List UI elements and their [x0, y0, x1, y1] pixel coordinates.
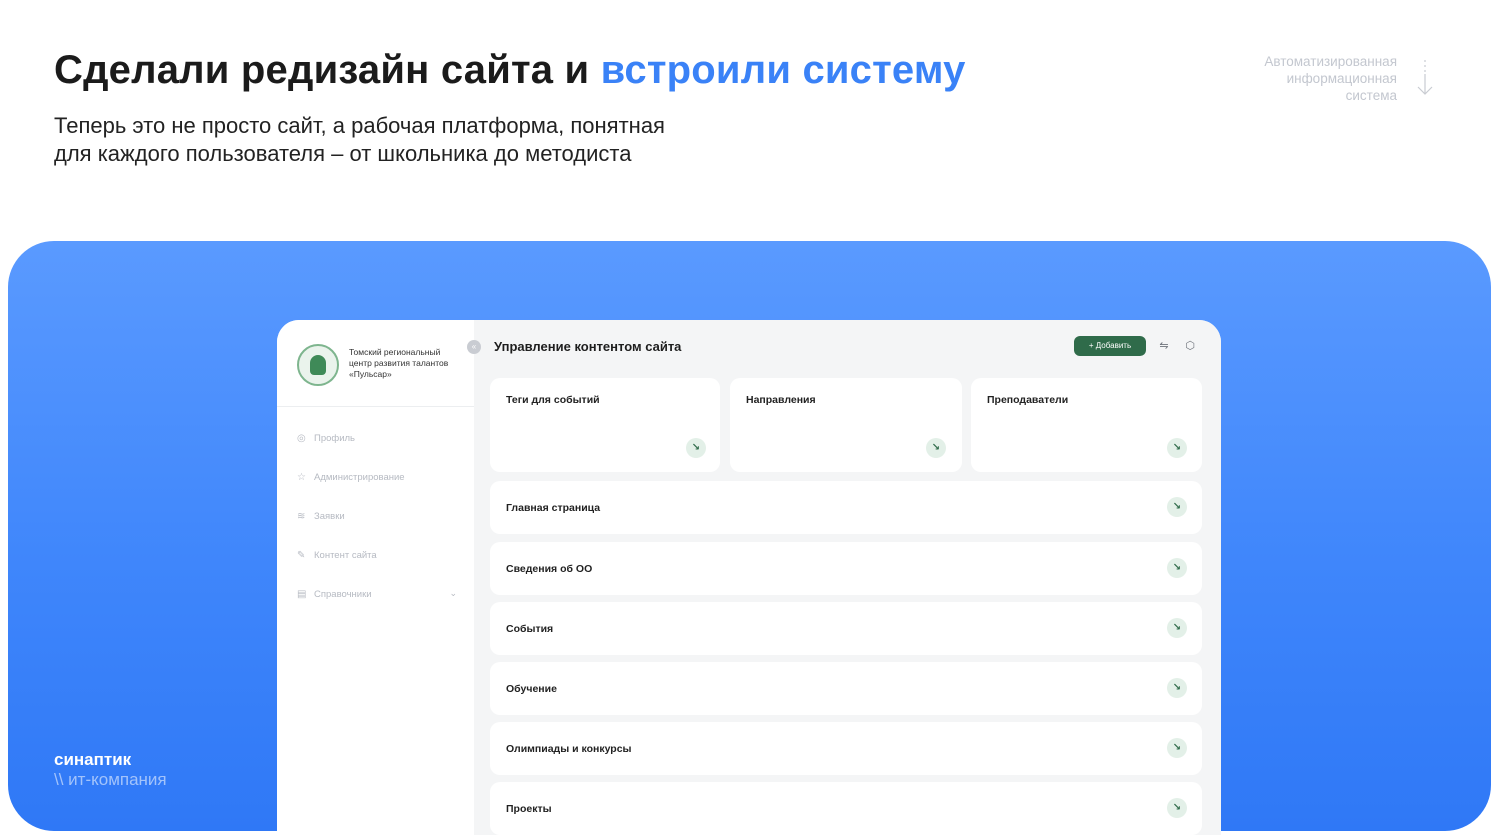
row-org-info[interactable]: Сведения об ОО ↘ — [490, 542, 1202, 595]
user-icon: ◎ — [297, 432, 306, 444]
sidebar-item-label: Контент сайта — [314, 549, 377, 561]
arrow-down-icon — [1417, 60, 1433, 95]
book-icon: ▤ — [297, 588, 307, 600]
arrow-down-right-icon[interactable]: ↘ — [1167, 497, 1187, 517]
sidebar-item-label: Администрирование — [314, 471, 405, 483]
sidebar-divider — [277, 406, 474, 407]
filter-icon[interactable]: ⇋ — [1157, 339, 1171, 353]
layers-icon: ≋ — [297, 510, 306, 522]
tile-directions[interactable]: Направления ↘ — [730, 378, 962, 472]
tile-label: Преподаватели — [987, 394, 1069, 406]
row-education[interactable]: Обучение ↘ — [490, 662, 1202, 715]
row-label: Главная страница — [506, 502, 601, 514]
corner-note-line: система — [1345, 88, 1397, 103]
row-olympiads[interactable]: Олимпиады и конкурсы ↘ — [490, 722, 1202, 775]
row-label: Сведения об ОО — [506, 563, 593, 575]
title-main: Сделали редизайн сайта и — [54, 48, 601, 92]
arrow-down-right-icon[interactable]: ↘ — [1167, 618, 1187, 638]
sidebar: Томский региональный центр развития тала… — [277, 320, 474, 835]
arrow-down-right-icon[interactable]: ↘ — [1167, 438, 1187, 458]
arrow-down-right-icon[interactable]: ↘ — [686, 438, 706, 458]
arrow-down-right-icon[interactable]: ↘ — [1167, 558, 1187, 578]
subtitle-line: Теперь это не просто сайт, а рабочая пла… — [54, 113, 665, 138]
collapse-sidebar-button[interactable]: « — [467, 340, 481, 354]
arrow-down-right-icon[interactable]: ↘ — [926, 438, 946, 458]
settings-icon[interactable]: ⬡ — [1183, 339, 1197, 353]
tile-label: Теги для событий — [506, 394, 600, 406]
row-label: События — [506, 623, 554, 635]
sidebar-item-administration[interactable]: ☆ Администрирование — [297, 469, 457, 485]
row-label: Олимпиады и конкурсы — [506, 743, 632, 755]
tile-teachers[interactable]: Преподаватели ↘ — [971, 378, 1202, 472]
corner-note-line: информационная — [1286, 71, 1397, 86]
brand-tagline: \\ ит-компания — [54, 770, 167, 789]
row-events[interactable]: События ↘ — [490, 602, 1202, 655]
corner-note: Автоматизированная информационная систем… — [1197, 53, 1397, 104]
slide-subtitle: Теперь это не просто сайт, а рабочая пла… — [54, 112, 814, 168]
row-label: Обучение — [506, 683, 557, 695]
row-main-page[interactable]: Главная страница ↘ — [490, 481, 1202, 534]
corner-note-line: Автоматизированная — [1264, 54, 1397, 69]
brand-name: синаптик — [54, 750, 132, 769]
row-projects[interactable]: Проекты ↘ — [490, 782, 1202, 835]
sidebar-item-label: Заявки — [314, 510, 345, 522]
sidebar-item-profile[interactable]: ◎ Профиль — [297, 430, 457, 446]
edit-icon: ✎ — [297, 549, 306, 561]
row-label: Проекты — [506, 803, 552, 815]
add-button[interactable]: + Добавить — [1074, 336, 1146, 356]
subtitle-line: для каждого пользователя – от школьника … — [54, 141, 632, 166]
main-panel: Управление контентом сайта + Добавить ⇋ … — [474, 320, 1221, 835]
page-title: Управление контентом сайта — [494, 339, 682, 354]
chevron-down-icon[interactable]: ⌄ — [449, 588, 457, 599]
org-logo[interactable] — [297, 344, 339, 386]
tile-event-tags[interactable]: Теги для событий ↘ — [490, 378, 720, 472]
sidebar-item-directories[interactable]: ▤ Справочники ⌄ — [297, 586, 457, 602]
sidebar-item-label: Профиль — [314, 432, 356, 444]
tile-label: Направления — [746, 394, 816, 406]
arrow-down-right-icon[interactable]: ↘ — [1167, 738, 1187, 758]
star-icon: ☆ — [297, 471, 306, 483]
title-accent: встроили систему — [600, 48, 966, 92]
arrow-down-right-icon[interactable]: ↘ — [1167, 678, 1187, 698]
sidebar-item-requests[interactable]: ≋ Заявки — [297, 508, 457, 524]
org-name: Томский региональный центр развития тала… — [349, 347, 449, 379]
app-window: Томский региональный центр развития тала… — [277, 320, 1221, 835]
arrow-down-right-icon[interactable]: ↘ — [1167, 798, 1187, 818]
sidebar-item-label: Справочники — [314, 588, 372, 600]
slide-title: Сделали редизайн сайта и встроили систем… — [54, 48, 966, 93]
sidebar-item-site-content[interactable]: ✎ Контент сайта — [297, 547, 457, 563]
